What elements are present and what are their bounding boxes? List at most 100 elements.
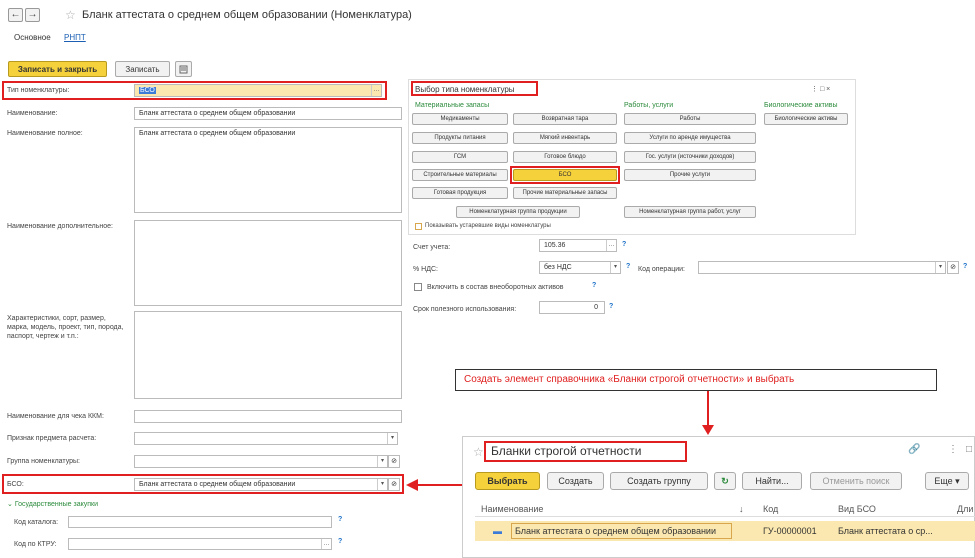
create-group-button[interactable]: Создать группу [610,472,708,490]
payment-select[interactable]: ▾ [134,432,398,445]
type-picker-panel: Выбор типа номенклатуры ⋮ □ × Материальн… [408,79,856,235]
btn-soft-inventory[interactable]: Мягкий инвентарь [513,132,617,144]
chars-label: Характеристики, сорт, размер, марка, мод… [7,315,124,340]
operation-select[interactable]: ▾ [698,261,946,274]
life-field[interactable]: 0 [539,301,605,314]
btn-gsm[interactable]: ГСМ [412,151,508,163]
life-label: Срок полезного использования: [413,306,517,313]
btn-food[interactable]: Продукты питания [412,132,508,144]
col-name-header[interactable]: Наименование [481,504,543,514]
gov-section-header[interactable]: ⌄ Государственные закупки [7,500,98,509]
show-obsolete-label: Показывать устаревшие виды номенклатуры [425,223,551,229]
select-button[interactable]: Выбрать [475,472,540,490]
subwindow-title-highlight [484,441,687,462]
refresh-icon[interactable]: ↻ [714,472,736,490]
name-label: Наименование: [7,110,58,117]
find-button[interactable]: Найти... [742,472,802,490]
include-checkbox[interactable] [414,283,422,291]
vat-select[interactable]: без НДС ▾ [539,261,621,274]
group-bio: Биологические активы [764,102,838,109]
btn-other-materials[interactable]: Прочие материальные запасы [513,187,617,199]
picker-window-controls[interactable]: ⋮ □ × [811,85,830,93]
operation-label: Код операции: [638,266,685,273]
btn-rent[interactable]: Услуги по аренде имущества [624,132,756,144]
save-close-button[interactable]: Записать и закрыть [8,61,107,77]
picker-title-highlight [411,81,538,96]
forward-button[interactable]: → [25,8,40,22]
vat-label: % НДС: [413,266,438,273]
back-button[interactable]: ← [8,8,23,22]
ktru-label: Код по КТРУ: [14,541,57,548]
tab-main[interactable]: Основное [14,33,51,42]
btn-finished-products[interactable]: Готовая продукция [412,187,508,199]
operation-help-icon[interactable]: ? [963,263,967,270]
bso-button-highlight [510,166,620,184]
fullname-field[interactable]: Бланк аттестата о среднем общем образова… [134,127,402,213]
life-help-icon[interactable]: ? [609,303,613,310]
favorite-star-icon[interactable]: ☆ [473,445,484,459]
save-button[interactable]: Записать [115,61,170,77]
tab-rnpt[interactable]: РНПТ [64,33,86,42]
show-obsolete-checkbox[interactable] [415,223,422,230]
print-icon[interactable] [175,61,192,77]
account-field[interactable]: 105.36… [539,239,617,252]
row-marker-icon: ▬ [493,526,502,536]
group-material: Материальные запасы [415,102,490,109]
btn-works[interactable]: Работы [624,113,756,125]
more-vert-icon[interactable]: ⋮ [948,444,958,455]
catalog-label: Код каталога: [14,519,59,526]
btn-returnable[interactable]: Возвратная тара [513,113,617,125]
group-label: Группа номенклатуры: [7,458,81,465]
left-arrow-icon [406,479,463,491]
payment-label: Признак предмета расчета: [7,435,97,442]
addname-label: Наименование дополнительное: [7,223,113,230]
instruction-callout: Создать элемент справочника «Бланки стро… [455,369,937,391]
maximize-icon[interactable]: □ [966,444,972,455]
row-code: ГУ-00000001 [763,526,817,536]
col-type-header[interactable]: Вид БСО [838,504,876,514]
btn-ready-meals[interactable]: Готовое блюдо [513,151,617,163]
window-title: Бланк аттестата о среднем общем образова… [82,9,412,21]
row-type: Бланк аттестата о ср... [838,526,933,536]
col-code-header[interactable]: Код [763,504,778,514]
cancel-search-button[interactable]: Отменить поиск [810,472,902,490]
ktru-help-icon[interactable]: ? [338,538,342,545]
down-arrow-icon [702,391,714,435]
btn-gov-services[interactable]: Гос. услуги (источники доходов) [624,151,756,163]
group-open-icon[interactable]: ⊘ [388,455,400,468]
more-button[interactable]: Еще ▾ [925,472,969,490]
group-select[interactable]: ▾ [134,455,388,468]
catalog-help-icon[interactable]: ? [338,516,342,523]
fullname-label: Наименование полное: [7,130,83,137]
sort-down-icon[interactable]: ↓ [739,504,744,514]
include-help-icon[interactable]: ? [592,282,596,289]
kkm-field[interactable] [134,410,402,423]
btn-other-services[interactable]: Прочие услуги [624,169,756,181]
btn-works-group[interactable]: Номенклатурная группа работ, услуг [624,206,756,218]
operation-open-icon[interactable]: ⊘ [947,261,959,274]
account-label: Счет учета: [413,244,451,251]
bso-catalog-window: ☆ Бланки строгой отчетности 🔗 ⋮ □ Выбрат… [462,436,975,558]
col-len-header[interactable]: Дли [957,504,973,514]
include-label: Включить в состав внеоборотных активов [427,284,564,291]
btn-construction[interactable]: Строительные материалы [412,169,508,181]
addname-field[interactable] [134,220,402,306]
favorite-star-icon[interactable]: ☆ [65,8,76,22]
ktru-field[interactable]: … [68,538,332,550]
catalog-field[interactable] [68,516,332,528]
vat-help-icon[interactable]: ? [626,263,630,270]
btn-medicines[interactable]: Медикаменты [412,113,508,125]
kkm-label: Наименование для чека ККМ: [7,413,104,420]
name-field[interactable]: Бланк аттестата о среднем общем образова… [134,107,402,120]
type-highlight [2,81,387,100]
create-button[interactable]: Создать [547,472,604,490]
group-works: Работы, услуги [624,102,674,109]
table-header [475,499,975,517]
link-icon[interactable]: 🔗 [908,444,920,455]
account-help-icon[interactable]: ? [622,241,626,248]
bso-highlight [2,474,404,494]
btn-product-group[interactable]: Номенклатурная группа продукции [456,206,580,218]
row-name: Бланк аттестата о среднем общем образова… [511,523,732,539]
btn-bio-assets[interactable]: Биологические активы [764,113,848,125]
chars-field[interactable] [134,311,402,399]
